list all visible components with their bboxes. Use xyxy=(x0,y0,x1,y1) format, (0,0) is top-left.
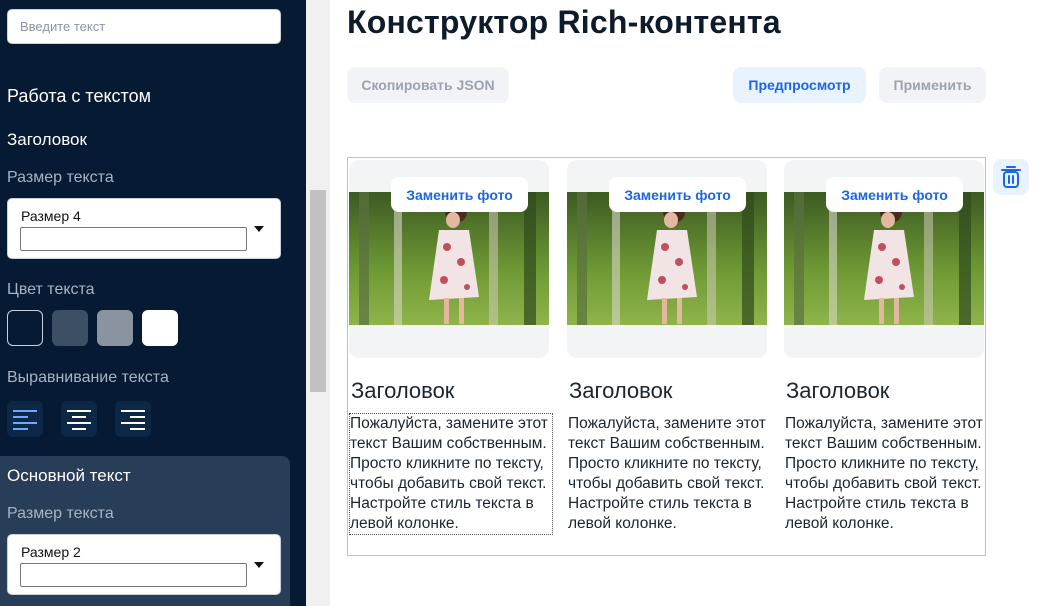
trash-icon xyxy=(1001,166,1021,188)
heading-block-title: Заголовок xyxy=(7,130,87,149)
align-center-button[interactable] xyxy=(61,401,97,437)
heading-size-field[interactable] xyxy=(20,227,247,251)
card-body-text[interactable]: Пожалуйста, замените этот текст Вашим со… xyxy=(349,413,553,535)
photo-area: Заменить фото xyxy=(784,160,984,358)
heading-size-label: Размер текста xyxy=(7,169,114,186)
preview-button[interactable]: Предпросмотр xyxy=(733,67,866,103)
copy-json-button[interactable]: Скопировать JSON xyxy=(347,67,509,103)
color-swatch-slate[interactable] xyxy=(52,310,88,346)
photo-area: Заменить фото xyxy=(567,160,767,358)
color-swatch-gray[interactable] xyxy=(97,310,133,346)
chevron-down-icon[interactable] xyxy=(254,226,264,232)
body-text-panel: Основной текст Размер текста Размер 2 xyxy=(0,456,290,606)
align-right-button[interactable] xyxy=(115,401,151,437)
replace-photo-button[interactable]: Заменить фото xyxy=(826,177,963,212)
replace-photo-button[interactable]: Заменить фото xyxy=(609,177,746,212)
card-heading[interactable]: Заголовок xyxy=(569,378,672,404)
heading-align-label: Выравнивание текста xyxy=(7,369,169,386)
color-swatch-navy[interactable] xyxy=(7,310,43,346)
chevron-down-icon[interactable] xyxy=(254,562,264,568)
body-size-field[interactable] xyxy=(20,563,247,587)
card-heading[interactable]: Заголовок xyxy=(351,378,454,404)
card-body-text[interactable]: Пожалуйста, замените этот текст Вашим со… xyxy=(785,414,987,534)
search-input[interactable] xyxy=(7,9,281,44)
photo-area: Заменить фото xyxy=(349,160,549,358)
body-block-title: Основной текст xyxy=(7,466,131,485)
sidebar: Работа с текстом Заголовок Размер текста… xyxy=(0,0,306,606)
heading-size-select[interactable]: Размер 4 xyxy=(7,198,281,259)
sidebar-scrollbar-thumb[interactable] xyxy=(310,190,326,392)
color-swatch-white[interactable] xyxy=(142,310,178,346)
body-size-value: Размер 2 xyxy=(21,544,81,560)
rich-content-builder: Работа с текстом Заголовок Размер текста… xyxy=(0,0,1038,606)
page-title: Конструктор Rich-контента xyxy=(347,4,781,40)
section-title: Работа с текстом xyxy=(7,86,151,106)
heading-size-value: Размер 4 xyxy=(21,208,81,224)
delete-block-button[interactable] xyxy=(993,159,1029,195)
body-size-select[interactable]: Размер 2 xyxy=(7,534,281,595)
align-left-button[interactable] xyxy=(7,401,43,437)
body-size-label: Размер текста xyxy=(7,505,114,522)
align-left-icon xyxy=(13,410,37,430)
replace-photo-button[interactable]: Заменить фото xyxy=(391,177,528,212)
align-right-icon xyxy=(121,410,145,430)
card-heading[interactable]: Заголовок xyxy=(786,378,889,404)
apply-button[interactable]: Применить xyxy=(879,67,986,103)
heading-color-label: Цвет текста xyxy=(7,281,95,298)
align-center-icon xyxy=(67,410,91,430)
card-body-text[interactable]: Пожалуйста, замените этот текст Вашим со… xyxy=(568,414,770,534)
